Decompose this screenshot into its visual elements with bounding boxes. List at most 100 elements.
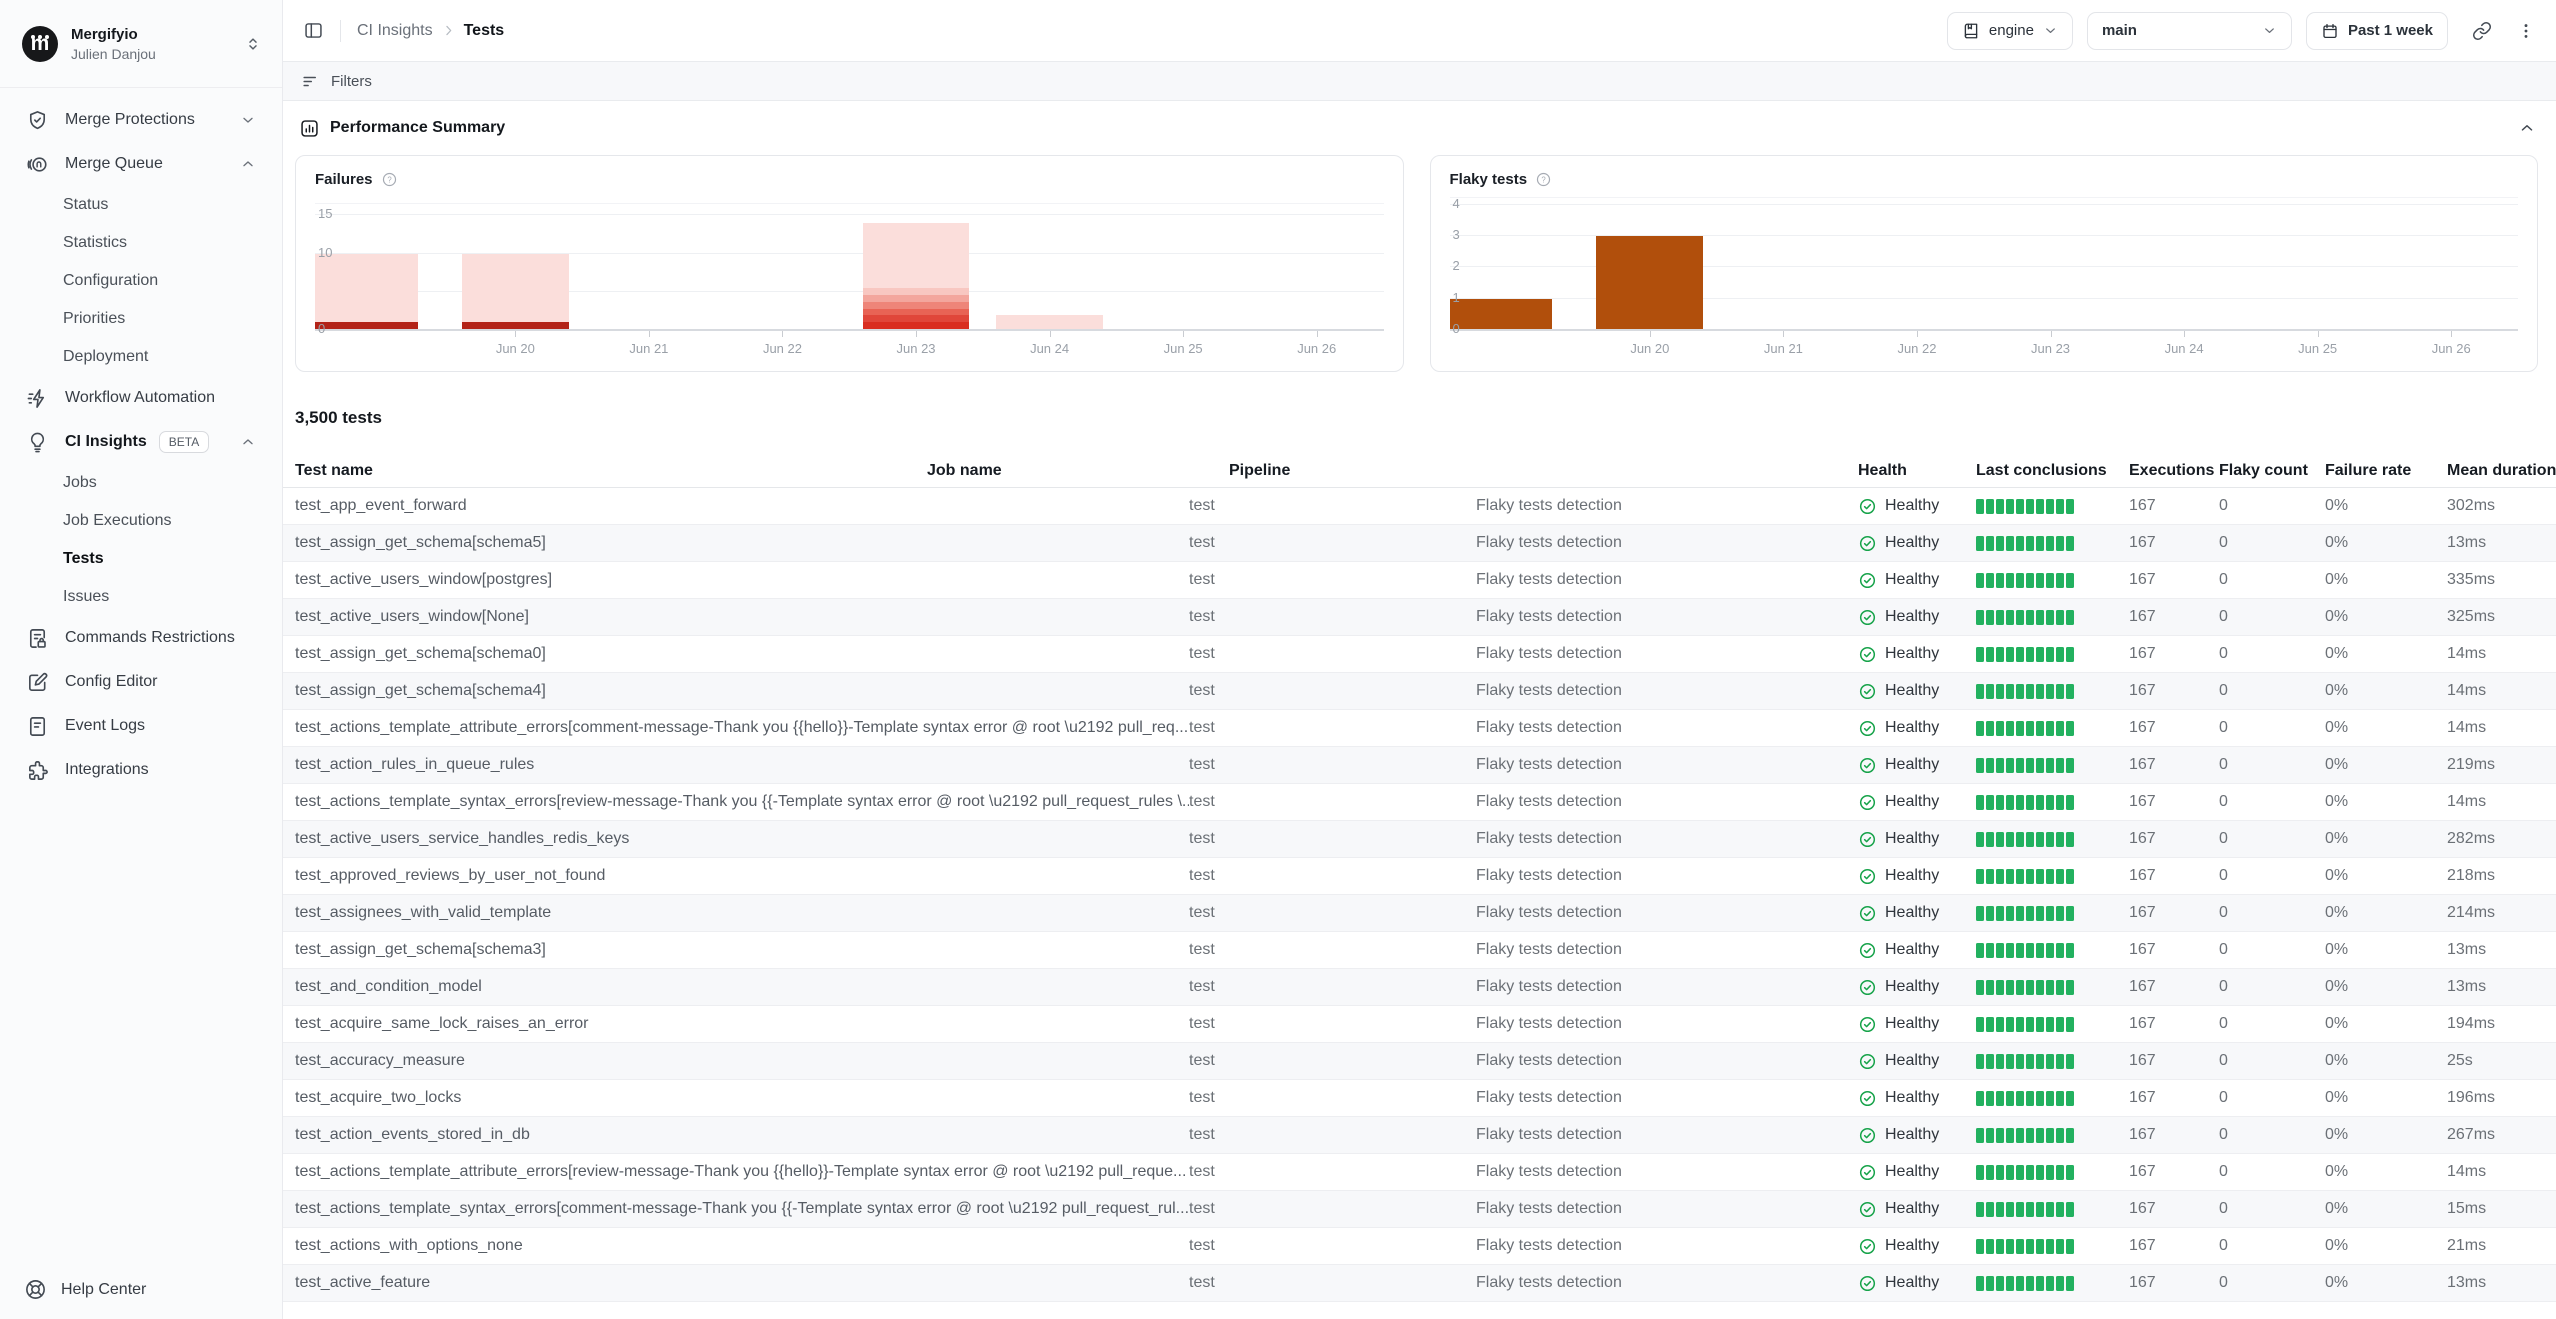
table-row[interactable]: test_acquire_same_lock_raises_an_error t…: [283, 1006, 2556, 1043]
test-name-cell[interactable]: test_actions_template_syntax_errors[comm…: [295, 1200, 1189, 1218]
table-row[interactable]: test_active_users_window[postgres] test …: [283, 562, 2556, 599]
pipeline-cell: Flaky tests detection: [1476, 645, 1858, 663]
col-pipeline[interactable]: Pipeline: [1229, 462, 1858, 480]
sidebar-item-config-editor[interactable]: Config Editor: [0, 660, 282, 704]
last-conclusions-cell: [1976, 499, 2129, 514]
sidebar-item-workflow-automation[interactable]: Workflow Automation: [0, 376, 282, 420]
col-job-name[interactable]: Job name: [927, 462, 1229, 480]
sidebar-toggle-icon[interactable]: [303, 20, 324, 41]
last-conclusions-cell: [1976, 869, 2129, 884]
help-center-link[interactable]: Help Center: [24, 1278, 146, 1301]
chevrons-up-down-icon[interactable]: [244, 35, 262, 53]
kebab-menu-icon[interactable]: [2516, 21, 2536, 41]
test-name-cell[interactable]: test_active_feature: [295, 1274, 1189, 1292]
sidebar-item-commands-restrictions[interactable]: Commands Restrictions: [0, 616, 282, 660]
sidebar-item-merge-protections[interactable]: Merge Protections: [0, 98, 282, 142]
date-range-button[interactable]: Past 1 week: [2306, 12, 2448, 50]
table-row[interactable]: test_assignees_with_valid_template test …: [283, 895, 2556, 932]
repo-select[interactable]: engine: [1947, 12, 2073, 50]
sidebar-item-jobs[interactable]: Jobs: [0, 464, 282, 502]
test-name-cell[interactable]: test_active_users_window[postgres]: [295, 571, 1189, 589]
health-cell: Healthy: [1858, 497, 1976, 516]
table-row[interactable]: test_action_events_stored_in_db test Fla…: [283, 1117, 2556, 1154]
table-row[interactable]: test_accuracy_measure test Flaky tests d…: [283, 1043, 2556, 1080]
sidebar-item-issues[interactable]: Issues: [0, 578, 282, 616]
table-row[interactable]: test_action_rules_in_queue_rules test Fl…: [283, 747, 2556, 784]
performance-summary-header: Performance Summary: [283, 101, 2556, 155]
test-name-cell[interactable]: test_acquire_two_locks: [295, 1089, 1189, 1107]
question-circle-icon[interactable]: ?: [381, 171, 398, 188]
table-row[interactable]: test_approved_reviews_by_user_not_found …: [283, 858, 2556, 895]
collapse-chevron-up-icon[interactable]: [2518, 119, 2536, 137]
mean-duration-cell: 21ms: [2447, 1237, 2544, 1255]
test-name-cell[interactable]: test_assign_get_schema[schema5]: [295, 534, 1189, 552]
table-row[interactable]: test_assign_get_schema[schema5] test Fla…: [283, 525, 2556, 562]
sidebar-item-merge-queue[interactable]: Merge Queue: [0, 142, 282, 186]
pipeline-cell: Flaky tests detection: [1476, 756, 1858, 774]
table-row[interactable]: test_actions_template_syntax_errors[comm…: [283, 1191, 2556, 1228]
breadcrumb-parent[interactable]: CI Insights: [357, 22, 433, 40]
table-row[interactable]: test_acquire_two_locks test Flaky tests …: [283, 1080, 2556, 1117]
filters-label: Filters: [331, 73, 372, 90]
shield-check-icon: [24, 109, 50, 132]
sidebar-item-integrations[interactable]: Integrations: [0, 748, 282, 792]
question-circle-icon[interactable]: ?: [1535, 171, 1552, 188]
table-row[interactable]: test_actions_with_options_none test Flak…: [283, 1228, 2556, 1265]
test-name-cell[interactable]: test_assignees_with_valid_template: [295, 904, 1189, 922]
branch-select[interactable]: main: [2087, 12, 2292, 50]
test-name-cell[interactable]: test_accuracy_measure: [295, 1052, 1189, 1070]
sidebar-item-job-executions[interactable]: Job Executions: [0, 502, 282, 540]
test-name-cell[interactable]: test_actions_template_syntax_errors[revi…: [295, 793, 1189, 811]
table-row[interactable]: test_assign_get_schema[schema3] test Fla…: [283, 932, 2556, 969]
test-name-cell[interactable]: test_assign_get_schema[schema0]: [295, 645, 1189, 663]
sidebar-item-priorities[interactable]: Priorities: [0, 300, 282, 338]
test-name-cell[interactable]: test_app_event_forward: [295, 497, 1189, 515]
test-name-cell[interactable]: test_action_rules_in_queue_rules: [295, 756, 1189, 774]
table-row[interactable]: test_active_users_service_handles_redis_…: [283, 821, 2556, 858]
test-name-cell[interactable]: test_actions_with_options_none: [295, 1237, 1189, 1255]
sidebar-item-tests[interactable]: Tests: [0, 540, 282, 578]
mean-duration-cell: 302ms: [2447, 497, 2544, 515]
table-row[interactable]: test_active_feature test Flaky tests det…: [283, 1265, 2556, 1302]
filters-button[interactable]: Filters: [283, 62, 2556, 101]
col-health[interactable]: Health: [1858, 462, 1976, 480]
executions-cell: 167: [2129, 1126, 2219, 1144]
sidebar-item-ci-insights[interactable]: CI Insights BETA: [0, 420, 282, 464]
test-name-cell[interactable]: test_acquire_same_lock_raises_an_error: [295, 1015, 1189, 1033]
table-row[interactable]: test_app_event_forward test Flaky tests …: [283, 488, 2556, 525]
col-test-name[interactable]: Test name: [295, 462, 927, 480]
table-row[interactable]: test_actions_template_syntax_errors[revi…: [283, 784, 2556, 821]
test-name-cell[interactable]: test_actions_template_attribute_errors[c…: [295, 719, 1189, 737]
col-failure-rate[interactable]: Failure rate: [2325, 462, 2447, 480]
test-name-cell[interactable]: test_and_condition_model: [295, 978, 1189, 996]
test-name-cell[interactable]: test_approved_reviews_by_user_not_found: [295, 867, 1189, 885]
test-name-cell[interactable]: test_action_events_stored_in_db: [295, 1126, 1189, 1144]
sidebar-item-statistics[interactable]: Statistics: [0, 224, 282, 262]
test-name-cell[interactable]: test_actions_template_attribute_errors[r…: [295, 1163, 1189, 1181]
org-switcher[interactable]: m Mergifyio Julien Danjou: [0, 0, 282, 88]
table-row[interactable]: test_and_condition_model test Flaky test…: [283, 969, 2556, 1006]
table-row[interactable]: test_actions_template_attribute_errors[r…: [283, 1154, 2556, 1191]
test-name-cell[interactable]: test_assign_get_schema[schema4]: [295, 682, 1189, 700]
test-name-cell[interactable]: test_assign_get_schema[schema3]: [295, 941, 1189, 959]
sidebar-item-status[interactable]: Status: [0, 186, 282, 224]
test-name-cell[interactable]: test_active_users_window[None]: [295, 608, 1189, 626]
col-mean-duration[interactable]: Mean duration: [2447, 462, 2556, 480]
calendar-icon: [2321, 22, 2339, 40]
check-circle-icon: [1858, 1089, 1877, 1108]
table-row[interactable]: test_actions_template_attribute_errors[c…: [283, 710, 2556, 747]
table-row[interactable]: test_active_users_window[None] test Flak…: [283, 599, 2556, 636]
check-circle-icon: [1858, 1200, 1877, 1219]
table-row[interactable]: test_assign_get_schema[schema4] test Fla…: [283, 673, 2556, 710]
health-label: Healthy: [1885, 867, 1939, 885]
table-row[interactable]: test_assign_get_schema[schema0] test Fla…: [283, 636, 2556, 673]
sidebar-item-deployment[interactable]: Deployment: [0, 338, 282, 376]
test-name-cell[interactable]: test_active_users_service_handles_redis_…: [295, 830, 1189, 848]
health-label: Healthy: [1885, 608, 1939, 626]
col-flaky-count[interactable]: Flaky count: [2219, 462, 2325, 480]
sidebar-item-event-logs[interactable]: Event Logs: [0, 704, 282, 748]
col-last-conclusions[interactable]: Last conclusions: [1976, 462, 2129, 480]
col-executions[interactable]: Executions: [2129, 462, 2219, 480]
share-link-icon[interactable]: [2472, 21, 2492, 41]
sidebar-item-configuration[interactable]: Configuration: [0, 262, 282, 300]
